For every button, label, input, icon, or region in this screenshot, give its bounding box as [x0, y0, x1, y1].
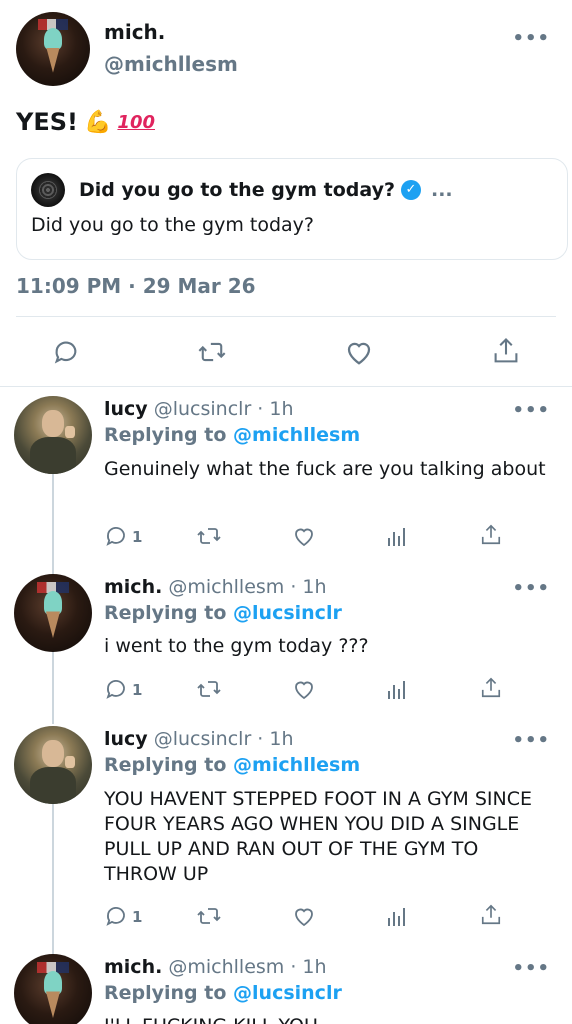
more-icon[interactable]: •••: [512, 960, 550, 978]
replying-label: Replying to: [104, 754, 227, 776]
divider: [0, 386, 572, 387]
quoted-handle-truncated: ...: [431, 179, 453, 201]
verified-icon: ✓: [401, 180, 421, 200]
replying-to: Replying to @michllesm: [104, 424, 360, 446]
replying-to: Replying to @lucsinclr: [104, 602, 342, 624]
heart-icon[interactable]: [292, 677, 316, 701]
heart-icon[interactable]: [292, 904, 316, 928]
avatar[interactable]: [14, 574, 92, 652]
thread-line: [52, 804, 54, 954]
replying-to: Replying to @lucsinclr: [104, 982, 342, 1004]
replying-label: Replying to: [104, 982, 227, 1004]
reply-meta: @michllesm · 1h: [168, 956, 327, 978]
heart-icon[interactable]: [292, 524, 316, 548]
author-handle[interactable]: @michllesm: [104, 52, 238, 76]
tweet-text: YES! 💪 100: [16, 108, 155, 136]
quoted-tweet[interactable]: Did you go to the gym today? ✓ ... Did y…: [16, 158, 568, 260]
reply-meta: @michllesm · 1h: [168, 576, 327, 598]
reply-meta: @lucsinclr · 1h: [153, 728, 294, 750]
avatar[interactable]: [14, 954, 92, 1024]
flexed-biceps-emoji: 💪: [84, 109, 112, 135]
replying-label: Replying to: [104, 602, 227, 624]
avatar[interactable]: [14, 726, 92, 804]
more-icon[interactable]: •••: [512, 580, 550, 598]
replying-label: Replying to: [104, 424, 227, 446]
comment-icon[interactable]: [104, 524, 128, 548]
author-name[interactable]: mich.: [104, 20, 165, 44]
mention-link[interactable]: @lucsinclr: [233, 602, 342, 624]
comment-icon[interactable]: [104, 904, 128, 928]
mention-link[interactable]: @michllesm: [233, 424, 360, 446]
replying-to: Replying to @michllesm: [104, 754, 360, 776]
share-icon[interactable]: [480, 675, 502, 701]
share-icon[interactable]: [480, 522, 502, 548]
heart-icon[interactable]: [344, 338, 374, 366]
reply-header[interactable]: mich. @michllesm · 1h: [104, 956, 327, 978]
avatar[interactable]: [16, 12, 90, 86]
share-icon[interactable]: [480, 902, 502, 928]
avatar[interactable]: [14, 396, 92, 474]
more-icon[interactable]: •••: [512, 30, 550, 48]
reply-header[interactable]: mich. @michllesm · 1h: [104, 576, 327, 598]
more-icon[interactable]: •••: [512, 732, 550, 750]
analytics-icon[interactable]: [386, 677, 408, 701]
thread-line: [52, 474, 54, 574]
quoted-tweet-text: Did you go to the gym today?: [31, 214, 314, 236]
retweet-icon[interactable]: [196, 524, 222, 548]
comment-icon[interactable]: [52, 338, 80, 366]
analytics-icon[interactable]: [386, 524, 408, 548]
reply-header[interactable]: lucy @lucsinclr · 1h: [104, 398, 294, 420]
comment-icon[interactable]: [104, 677, 128, 701]
mention-link[interactable]: @lucsinclr: [233, 982, 342, 1004]
reply-author-name[interactable]: mich.: [104, 576, 162, 598]
tweet-text-body: YES!: [16, 108, 79, 136]
retweet-icon[interactable]: [196, 904, 222, 928]
retweet-icon[interactable]: [197, 338, 227, 366]
reply-author-name[interactable]: lucy: [104, 398, 148, 420]
reply-text: Genuinely what the fuck are you talking …: [104, 458, 546, 480]
reply-count: 1: [132, 528, 143, 546]
quoted-avatar: [31, 173, 65, 207]
hundred-points-emoji: 100: [117, 111, 155, 133]
reply-count: 1: [132, 908, 143, 926]
reply-text: I'LL FUCKING KILL YOU: [104, 1014, 554, 1024]
mention-link[interactable]: @michllesm: [233, 754, 360, 776]
more-icon[interactable]: •••: [512, 402, 550, 420]
quoted-author-name: Did you go to the gym today? ✓ ...: [79, 179, 453, 201]
reply-text: i went to the gym today ???: [104, 635, 369, 657]
reply-text: YOU HAVENT STEPPED FOOT IN A GYM SINCE F…: [104, 788, 533, 885]
share-icon[interactable]: [492, 336, 520, 366]
reply-author-name[interactable]: mich.: [104, 956, 162, 978]
quoted-author-label: Did you go to the gym today?: [79, 179, 395, 201]
thread-line: [52, 652, 54, 724]
divider: [16, 316, 556, 317]
reply-header[interactable]: lucy @lucsinclr · 1h: [104, 728, 294, 750]
reply-count: 1: [132, 681, 143, 699]
analytics-icon[interactable]: [386, 904, 408, 928]
reply-meta: @lucsinclr · 1h: [153, 398, 294, 420]
retweet-icon[interactable]: [196, 677, 222, 701]
reply-author-name[interactable]: lucy: [104, 728, 148, 750]
tweet-timestamp[interactable]: 11:09 PM · 29 Mar 26: [16, 274, 256, 298]
